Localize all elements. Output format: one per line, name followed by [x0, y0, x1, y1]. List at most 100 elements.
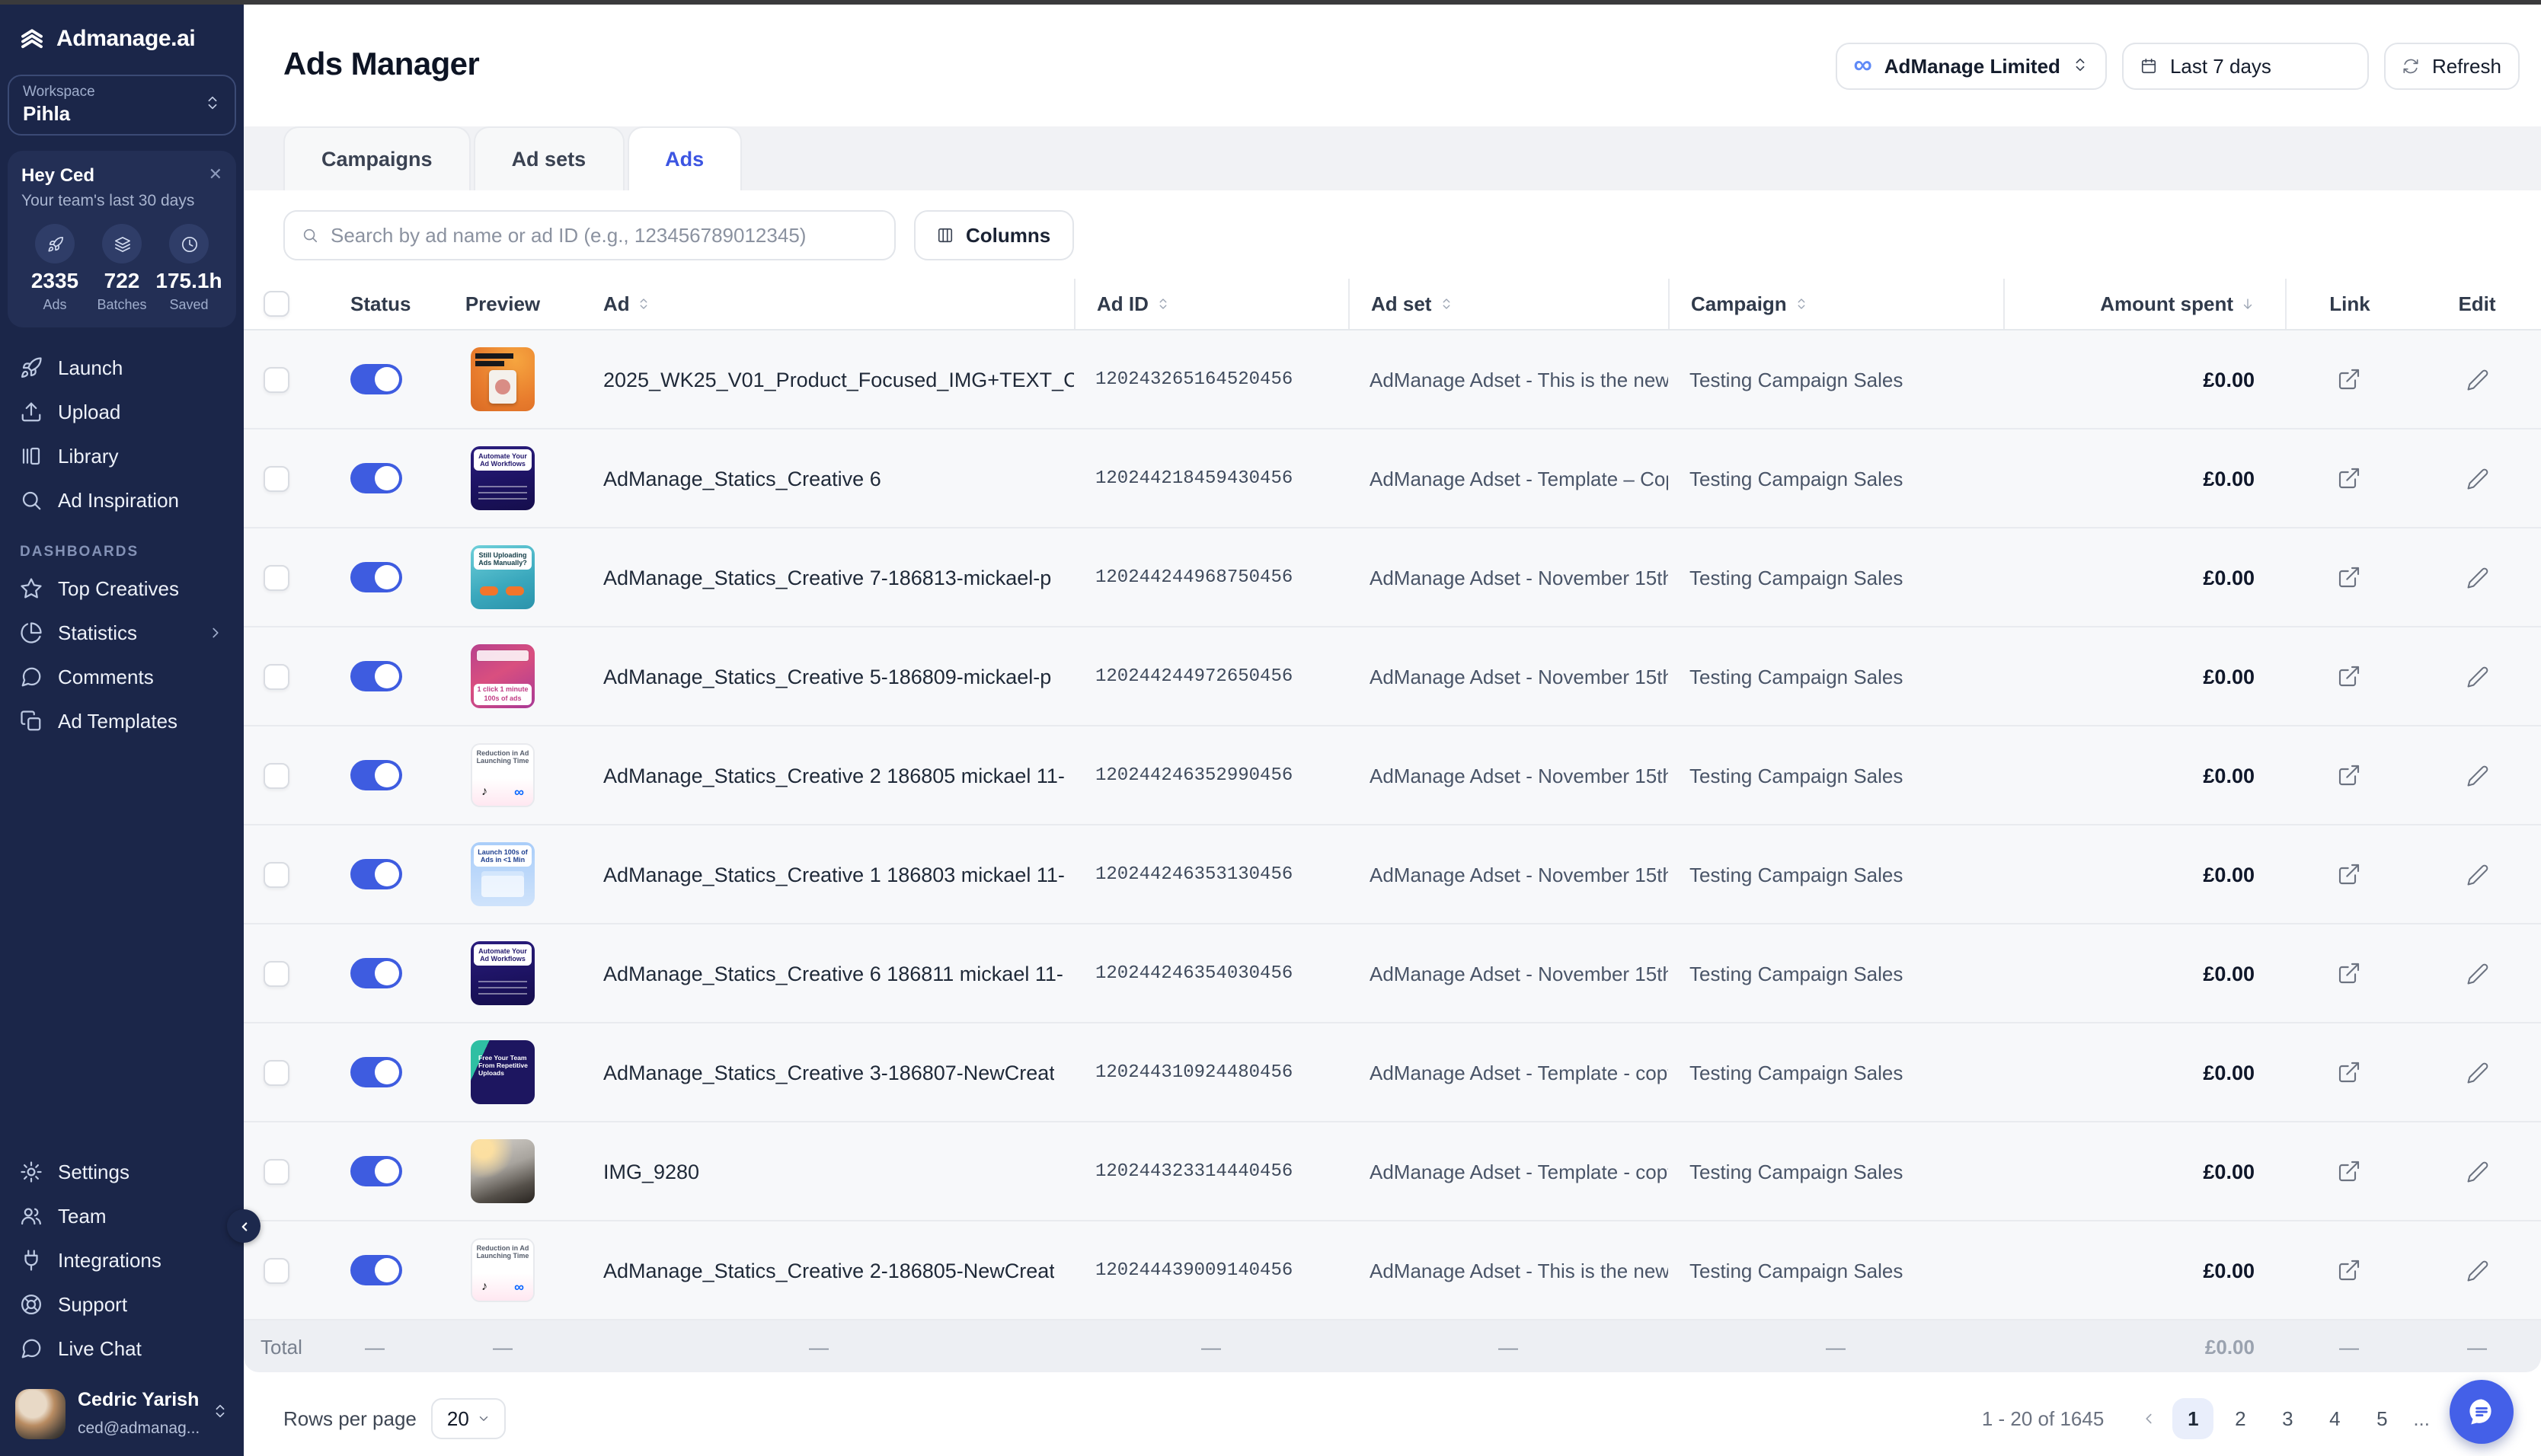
external-link-icon[interactable] — [2337, 862, 2361, 886]
row-checkbox[interactable] — [263, 960, 289, 986]
status-toggle-on[interactable] — [350, 859, 402, 889]
row-checkbox[interactable] — [263, 564, 289, 590]
tab-ad-sets[interactable]: Ad sets — [474, 126, 625, 190]
tab-ads[interactable]: Ads — [627, 126, 742, 190]
edit-pencil-icon[interactable] — [2466, 665, 2488, 688]
external-link-icon[interactable] — [2337, 1159, 2361, 1183]
sidebar-item-statistics[interactable]: Statistics — [0, 611, 244, 655]
thumbnail-caption: Reduction in Ad Launching Time — [474, 746, 532, 768]
sidebar-collapse-button[interactable] — [227, 1209, 260, 1243]
external-link-icon[interactable] — [2337, 961, 2361, 985]
star-icon — [20, 577, 43, 600]
edit-pencil-icon[interactable] — [2466, 467, 2488, 490]
ad-preview-thumbnail[interactable]: Automate Your Ad Workflows — [471, 446, 535, 510]
amount-spent: £0.00 — [2003, 429, 2285, 527]
total-amount-spent: £0.00 — [2003, 1320, 2285, 1372]
ad-preview-thumbnail[interactable]: Reduction in Ad Launching Time — [471, 743, 535, 807]
external-link-icon[interactable] — [2337, 565, 2361, 589]
status-toggle-on[interactable] — [350, 1255, 402, 1285]
row-checkbox[interactable] — [263, 861, 289, 887]
sidebar-item-support[interactable]: Support — [0, 1282, 244, 1327]
sidebar-item-top-creatives[interactable]: Top Creatives — [0, 567, 244, 611]
refresh-button[interactable]: Refresh — [2385, 42, 2520, 89]
ad-preview-thumbnail[interactable]: Reduction in Ad Launching Time — [471, 1238, 535, 1302]
column-header-ad-id[interactable]: Ad ID — [1074, 279, 1348, 329]
external-link-icon[interactable] — [2337, 367, 2361, 391]
ad-preview-thumbnail[interactable]: Launch 100s of Ads in <1 Min — [471, 842, 535, 906]
tab-campaigns[interactable]: Campaigns — [283, 126, 471, 190]
status-toggle-on[interactable] — [350, 760, 402, 790]
sidebar-item-ad-templates[interactable]: Ad Templates — [0, 699, 244, 743]
external-link-icon[interactable] — [2337, 466, 2361, 490]
page-button-4[interactable]: 4 — [2314, 1398, 2355, 1439]
page-button-5[interactable]: 5 — [2361, 1398, 2402, 1439]
edit-pencil-icon[interactable] — [2466, 962, 2488, 985]
edit-pencil-icon[interactable] — [2466, 863, 2488, 886]
amount-spent: £0.00 — [2003, 825, 2285, 923]
sidebar-item-library[interactable]: Library — [0, 434, 244, 478]
row-checkbox[interactable] — [263, 1158, 289, 1184]
edit-pencil-icon[interactable] — [2466, 1160, 2488, 1183]
status-toggle-on[interactable] — [350, 1156, 402, 1186]
ad-set-name: AdManage Adset - Template - copy: — [1348, 1122, 1668, 1220]
status-toggle-on[interactable] — [350, 661, 402, 691]
ad-set-name: AdManage Adset - November 15th - — [1348, 528, 1668, 626]
rows-per-page-select[interactable]: 20 — [432, 1398, 506, 1439]
row-checkbox[interactable] — [263, 366, 289, 392]
status-toggle-on[interactable] — [350, 364, 402, 394]
edit-pencil-icon[interactable] — [2466, 1259, 2488, 1282]
status-toggle-on[interactable] — [350, 562, 402, 592]
external-link-icon[interactable] — [2337, 763, 2361, 787]
edit-pencil-icon[interactable] — [2466, 1061, 2488, 1084]
ad-preview-thumbnail[interactable] — [471, 1139, 535, 1203]
edit-pencil-icon[interactable] — [2466, 566, 2488, 589]
row-checkbox[interactable] — [263, 1059, 289, 1085]
thumbnail-caption: Automate Your Ad Workflows — [474, 944, 532, 966]
page-button-3[interactable]: 3 — [2267, 1398, 2308, 1439]
row-checkbox[interactable] — [263, 762, 289, 788]
stat-batches-label: Batches — [97, 297, 146, 312]
page-button-1[interactable]: 1 — [2172, 1398, 2213, 1439]
status-toggle-on[interactable] — [350, 463, 402, 493]
row-checkbox[interactable] — [263, 663, 289, 689]
edit-pencil-icon[interactable] — [2466, 764, 2488, 787]
row-checkbox[interactable] — [263, 465, 289, 491]
sidebar-item-team[interactable]: Team — [0, 1194, 244, 1238]
date-range-picker[interactable]: Last 7 days — [2123, 42, 2370, 89]
user-menu[interactable]: Cedric Yarish ced@admanag... — [0, 1374, 244, 1456]
ad-preview-thumbnail[interactable]: Free Your Team From Repetitive Uploads — [471, 1040, 535, 1104]
page-button-2[interactable]: 2 — [2220, 1398, 2261, 1439]
ad-preview-thumbnail[interactable]: Automate Your Ad Workflows — [471, 941, 535, 1005]
select-all-checkbox[interactable] — [264, 291, 289, 317]
column-header-ad-set[interactable]: Ad set — [1348, 279, 1668, 329]
edit-pencil-icon[interactable] — [2466, 368, 2488, 391]
ad-account-selector[interactable]: ∞ AdManage Limited — [1836, 42, 2108, 89]
chat-widget-button[interactable] — [2450, 1380, 2514, 1444]
ad-preview-thumbnail[interactable]: 1 click 1 minute 100s of ads — [471, 644, 535, 708]
sidebar-item-comments[interactable]: Comments — [0, 655, 244, 699]
external-link-icon[interactable] — [2337, 664, 2361, 688]
ad-preview-thumbnail[interactable] — [471, 347, 535, 411]
external-link-icon[interactable] — [2337, 1258, 2361, 1282]
row-checkbox[interactable] — [263, 1257, 289, 1283]
columns-button[interactable]: Columns — [914, 210, 1073, 260]
status-toggle-on[interactable] — [350, 958, 402, 988]
close-icon[interactable]: ✕ — [209, 167, 222, 184]
column-header-campaign[interactable]: Campaign — [1668, 279, 2003, 329]
previous-page-button[interactable] — [2131, 1410, 2166, 1427]
external-link-icon[interactable] — [2337, 1060, 2361, 1084]
ad-preview-thumbnail[interactable]: Still Uploading Ads Manually? — [471, 545, 535, 609]
status-toggle-on[interactable] — [350, 1057, 402, 1087]
search-input[interactable] — [331, 224, 877, 247]
column-header-amount-spent[interactable]: Amount spent — [2003, 279, 2285, 329]
column-header-ad[interactable]: Ad — [564, 279, 1074, 329]
sidebar-item-integrations[interactable]: Integrations — [0, 1238, 244, 1282]
sidebar-item-settings[interactable]: Settings — [0, 1150, 244, 1194]
total-link: — — [2285, 1320, 2413, 1372]
sidebar-item-ad-inspiration[interactable]: Ad Inspiration — [0, 478, 244, 522]
sidebar-item-launch[interactable]: Launch — [0, 346, 244, 390]
brand[interactable]: Admanage.ai — [0, 5, 244, 64]
workspace-selector[interactable]: Workspace Pihla — [8, 75, 236, 136]
sidebar-item-live-chat[interactable]: Live Chat — [0, 1327, 244, 1371]
sidebar-item-upload[interactable]: Upload — [0, 390, 244, 434]
